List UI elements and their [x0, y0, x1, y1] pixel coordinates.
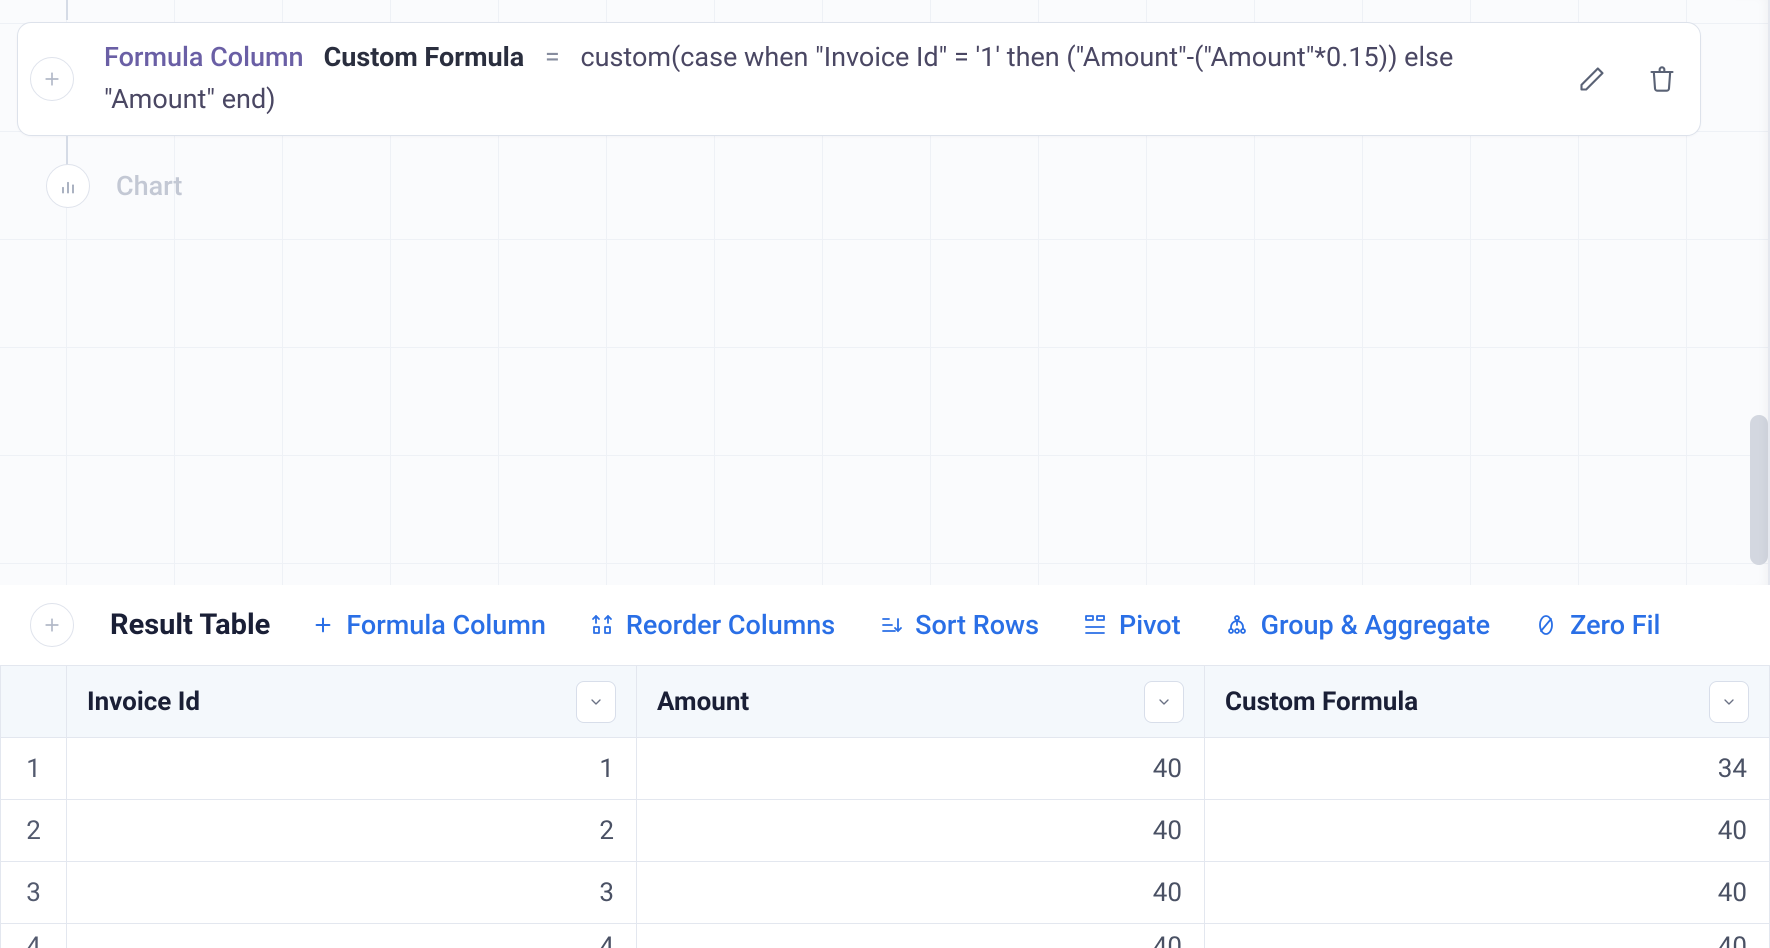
row-number: 4 — [1, 924, 67, 948]
toolbar-item-label: Zero Fil — [1570, 609, 1660, 641]
cell-invoice-id[interactable]: 1 — [67, 738, 637, 800]
toolbar-sort-rows[interactable]: Sort Rows — [879, 609, 1039, 641]
column-header-invoice-id[interactable]: Invoice Id — [67, 666, 637, 738]
toolbar-group-aggregate[interactable]: Group & Aggregate — [1225, 609, 1490, 641]
column-header-label: Invoice Id — [87, 687, 200, 717]
toolbar-item-label: Group & Aggregate — [1261, 609, 1490, 641]
chevron-down-icon — [1156, 694, 1172, 710]
formula-column-card[interactable]: Formula Column Custom Formula = custom(c… — [17, 22, 1701, 136]
formula-text: Formula Column Custom Formula = custom(c… — [104, 37, 1574, 121]
result-table-title: Result Table — [110, 608, 270, 642]
toolbar-zero-fill[interactable]: Zero Fil — [1534, 609, 1660, 641]
reorder-icon — [590, 613, 614, 637]
formula-name: Custom Formula — [324, 41, 525, 73]
result-toolbar: Formula Column Reorder Columns Sort Rows… — [312, 609, 1660, 641]
scrollbar-thumb[interactable] — [1750, 415, 1768, 565]
column-header-custom-formula[interactable]: Custom Formula — [1205, 666, 1770, 738]
column-header-label: Custom Formula — [1225, 687, 1418, 717]
table-row[interactable]: 3 3 40 40 — [1, 862, 1770, 924]
chevron-down-icon — [1721, 694, 1737, 710]
plus-icon — [312, 614, 334, 636]
cell-invoice-id[interactable]: 4 — [67, 924, 637, 948]
column-header-label: Amount — [657, 687, 749, 717]
result-table: Invoice Id Amount — [0, 665, 1770, 948]
pivot-icon — [1083, 613, 1107, 637]
edit-button[interactable] — [1574, 61, 1610, 97]
cell-custom-formula[interactable]: 40 — [1205, 800, 1770, 862]
cell-amount[interactable]: 40 — [637, 862, 1205, 924]
toolbar-formula-column[interactable]: Formula Column — [312, 609, 546, 641]
trash-icon — [1648, 65, 1676, 93]
row-number-header — [1, 666, 67, 738]
cell-amount[interactable]: 40 — [637, 800, 1205, 862]
bar-chart-icon — [58, 176, 78, 196]
connector-line — [66, 136, 68, 166]
canvas-area: Formula Column Custom Formula = custom(c… — [0, 0, 1770, 585]
chart-node[interactable]: Chart — [46, 164, 182, 208]
chart-icon-circle[interactable] — [46, 164, 90, 208]
equals-sign: = — [545, 41, 560, 73]
toolbar-reorder-columns[interactable]: Reorder Columns — [590, 609, 835, 641]
card-actions — [1574, 61, 1680, 97]
formula-expression: custom(case when "Invoice Id" = '1' then… — [104, 41, 1453, 115]
cell-custom-formula[interactable]: 40 — [1205, 924, 1770, 948]
row-number: 3 — [1, 862, 67, 924]
column-header-amount[interactable]: Amount — [637, 666, 1205, 738]
add-step-button[interactable] — [30, 57, 74, 101]
table-row[interactable]: 2 2 40 40 — [1, 800, 1770, 862]
result-section: Result Table Formula Column Reorder Colu… — [0, 585, 1770, 948]
toolbar-pivot[interactable]: Pivot — [1083, 609, 1181, 641]
toolbar-item-label: Formula Column — [346, 609, 546, 641]
toolbar-item-label: Sort Rows — [915, 609, 1039, 641]
toolbar-item-label: Pivot — [1119, 609, 1181, 641]
zero-fill-icon — [1534, 613, 1558, 637]
connector-line — [66, 0, 68, 20]
toolbar-item-label: Reorder Columns — [626, 609, 835, 641]
chevron-down-icon — [588, 694, 604, 710]
row-number: 2 — [1, 800, 67, 862]
group-icon — [1225, 613, 1249, 637]
column-menu-button[interactable] — [1709, 681, 1749, 723]
column-menu-button[interactable] — [576, 681, 616, 723]
cell-amount[interactable]: 40 — [637, 738, 1205, 800]
column-menu-button[interactable] — [1144, 681, 1184, 723]
table-row[interactable]: 4 4 40 40 — [1, 924, 1770, 948]
delete-button[interactable] — [1644, 61, 1680, 97]
row-number: 1 — [1, 738, 67, 800]
cell-invoice-id[interactable]: 2 — [67, 800, 637, 862]
pencil-icon — [1578, 65, 1606, 93]
cell-custom-formula[interactable]: 40 — [1205, 862, 1770, 924]
add-result-button[interactable] — [30, 603, 74, 647]
cell-amount[interactable]: 40 — [637, 924, 1205, 948]
table-row[interactable]: 1 1 40 34 — [1, 738, 1770, 800]
result-header: Result Table Formula Column Reorder Colu… — [0, 585, 1770, 665]
sort-icon — [879, 613, 903, 637]
chart-label: Chart — [116, 170, 182, 202]
cell-invoice-id[interactable]: 3 — [67, 862, 637, 924]
formula-type-label: Formula Column — [104, 41, 304, 73]
cell-custom-formula[interactable]: 34 — [1205, 738, 1770, 800]
